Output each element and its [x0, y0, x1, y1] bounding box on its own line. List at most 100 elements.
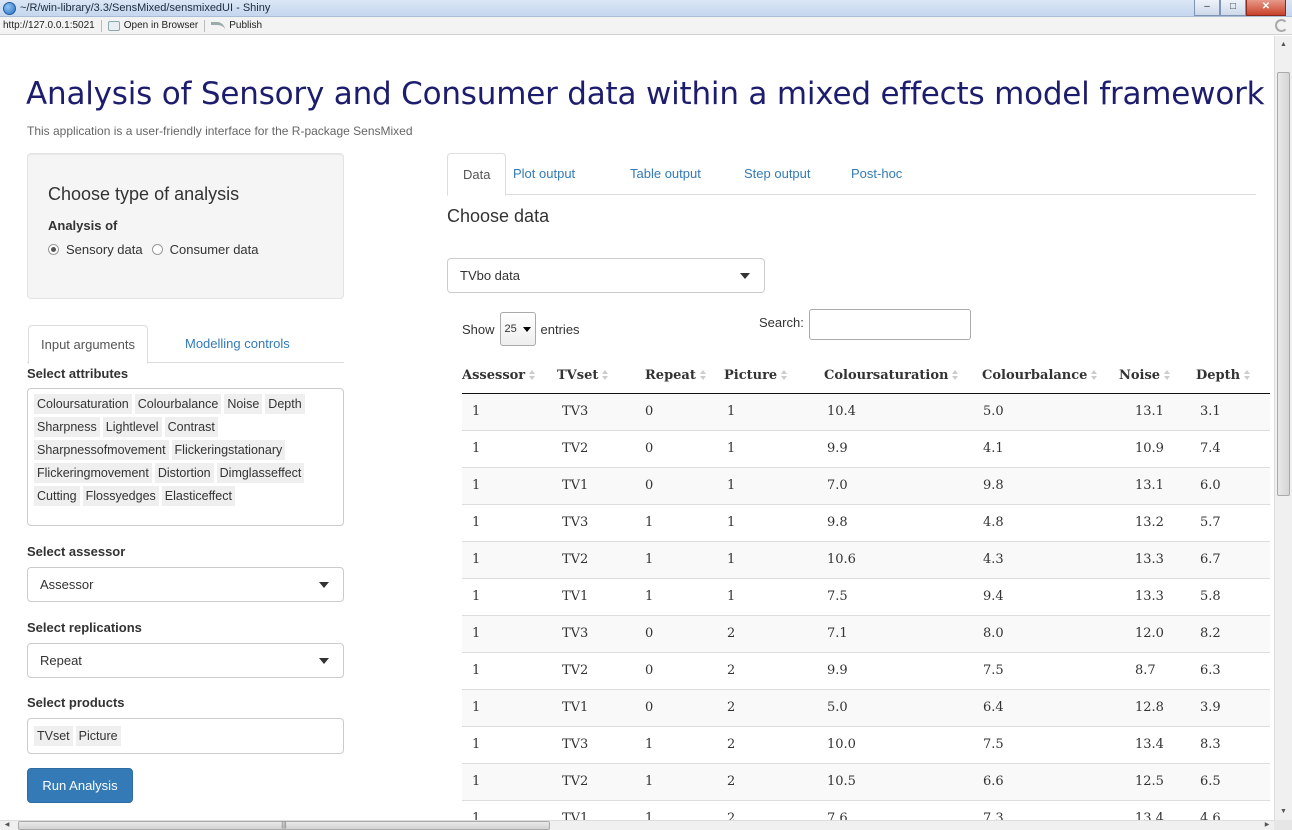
- maximize-button[interactable]: □: [1220, 0, 1246, 16]
- products-multiselect[interactable]: TVset Picture: [27, 718, 344, 754]
- attribute-tag[interactable]: Noise: [224, 394, 263, 414]
- open-in-browser-button[interactable]: Open in Browser: [107, 17, 199, 35]
- table-row[interactable]: 1 TV1 0 2 5.0 6.4 12.8 3.9: [462, 688, 1270, 726]
- tab-input-arguments[interactable]: Input arguments: [28, 325, 148, 364]
- search-label: Search:: [759, 315, 804, 330]
- attribute-tag[interactable]: Cutting: [34, 486, 80, 506]
- table-row[interactable]: 1 TV2 1 2 10.5 6.6 12.5 6.5: [462, 762, 1270, 800]
- column-header-noise[interactable]: Noise: [1119, 358, 1196, 394]
- run-analysis-button[interactable]: Run Analysis: [27, 768, 133, 803]
- table-row[interactable]: 1 TV2 0 1 9.9 4.1 10.9 7.4: [462, 429, 1270, 467]
- table-cell: 0: [645, 392, 724, 430]
- table-row[interactable]: 1 TV3 1 1 9.8 4.8 13.2 5.7: [462, 503, 1270, 541]
- table-cell: 1: [462, 577, 557, 615]
- table-cell: 1: [462, 688, 557, 726]
- refresh-icon[interactable]: [1275, 19, 1288, 32]
- tab-table-output[interactable]: Table output: [630, 153, 701, 195]
- tab-plot-output[interactable]: Plot output: [513, 153, 575, 195]
- radio-sensory-data[interactable]: Sensory data: [48, 242, 143, 257]
- attribute-tag[interactable]: Dimglasseffect: [216, 463, 305, 483]
- dataset-select[interactable]: TVbo data: [447, 258, 765, 293]
- table-row[interactable]: 1 TV2 1 1 10.6 4.3 13.3 6.7: [462, 540, 1270, 578]
- attributes-multiselect[interactable]: Coloursaturation Colourbalance Noise Dep…: [27, 388, 344, 526]
- radio-consumer-data[interactable]: Consumer data: [151, 242, 259, 257]
- attribute-tag[interactable]: Distortion: [154, 463, 214, 483]
- attribute-tag[interactable]: Colourbalance: [134, 394, 222, 414]
- url-text: http://127.0.0.1:5021: [3, 19, 95, 31]
- scroll-thumb[interactable]: |||: [18, 821, 550, 830]
- analysis-type-panel: Choose type of analysis Analysis of Sens…: [27, 153, 344, 299]
- table-cell: 7.4: [1196, 429, 1270, 467]
- tab-data[interactable]: Data: [447, 153, 507, 196]
- table-cell: 3.9: [1196, 688, 1270, 726]
- column-header-tvset[interactable]: TVset: [557, 358, 645, 394]
- scroll-left-icon[interactable]: ◀: [0, 821, 14, 830]
- table-row[interactable]: 1 TV3 1 2 10.0 7.5 13.4 8.3: [462, 725, 1270, 763]
- product-tag[interactable]: Picture: [75, 726, 121, 746]
- attribute-tag[interactable]: Sharpnessofmovement: [34, 440, 169, 460]
- radio-selected-icon[interactable]: [48, 244, 59, 255]
- attribute-tag[interactable]: Lightlevel: [102, 417, 162, 437]
- entries-select[interactable]: 25: [499, 312, 536, 346]
- vertical-scrollbar[interactable]: ▲ ▼: [1274, 36, 1292, 820]
- attribute-tag[interactable]: Depth: [265, 394, 305, 414]
- column-header-repeat[interactable]: Repeat: [645, 358, 724, 394]
- tab-modelling-controls[interactable]: Modelling controls: [173, 325, 302, 363]
- attribute-tag[interactable]: Flossyedges: [82, 486, 159, 506]
- replications-select[interactable]: Repeat: [27, 643, 344, 678]
- table-row[interactable]: 1 TV3 0 1 10.4 5.0 13.1 3.1: [462, 392, 1270, 430]
- chevron-down-icon: [319, 658, 329, 664]
- column-header-assessor[interactable]: Assessor: [462, 358, 557, 394]
- tab-step-output[interactable]: Step output: [744, 153, 811, 195]
- table-row[interactable]: 1 TV3 0 2 7.1 8.0 12.0 8.2: [462, 614, 1270, 652]
- browser-icon: [107, 20, 120, 31]
- table-cell: 2: [724, 762, 824, 800]
- column-header-depth[interactable]: Depth: [1196, 358, 1270, 394]
- sort-icon: [952, 370, 959, 381]
- assessor-select[interactable]: Assessor: [27, 567, 344, 602]
- horizontal-scrollbar[interactable]: ◀ ||| ▶: [0, 820, 1274, 830]
- column-header-picture[interactable]: Picture: [724, 358, 824, 394]
- table-cell: 1: [724, 503, 824, 541]
- scroll-right-icon[interactable]: ▶: [1260, 821, 1274, 830]
- minimize-button[interactable]: –: [1194, 0, 1220, 16]
- table-cell: 1: [462, 392, 557, 430]
- window-titlebar: ~/R/win-library/3.3/SensMixed/sensmixedU…: [0, 0, 1292, 17]
- open-in-browser-label: Open in Browser: [123, 19, 199, 31]
- table-cell: 4.6: [1196, 799, 1270, 820]
- table-cell: 3.1: [1196, 392, 1270, 430]
- table-cell: TV3: [557, 725, 645, 763]
- table-row[interactable]: 1 TV1 1 1 7.5 9.4 13.3 5.8: [462, 577, 1270, 615]
- table-row[interactable]: 1 TV1 1 2 7.6 7.3 13.4 4.6: [462, 799, 1270, 820]
- publish-button[interactable]: Publish: [211, 17, 262, 35]
- product-tag[interactable]: TVset: [34, 726, 73, 746]
- sort-icon: [1091, 370, 1098, 381]
- table-cell: 7.6: [824, 799, 982, 820]
- sort-icon: [1244, 370, 1251, 381]
- attribute-tag[interactable]: Flickeringmovement: [34, 463, 152, 483]
- scroll-up-icon[interactable]: ▲: [1275, 36, 1292, 53]
- table-row[interactable]: 1 TV2 0 2 9.9 7.5 8.7 6.3: [462, 651, 1270, 689]
- close-button[interactable]: ✕: [1246, 0, 1286, 16]
- column-header-coloursaturation[interactable]: Coloursaturation: [824, 358, 982, 394]
- scroll-down-icon[interactable]: ▼: [1275, 803, 1292, 820]
- table-cell: TV3: [557, 503, 645, 541]
- radio-unselected-icon[interactable]: [151, 244, 163, 255]
- column-header-colourbalance[interactable]: Colourbalance: [982, 358, 1119, 394]
- table-cell: 0: [645, 688, 724, 726]
- attribute-tag[interactable]: Flickeringstationary: [171, 440, 286, 460]
- attribute-tag[interactable]: Elasticeffect: [161, 486, 235, 506]
- table-cell: TV2: [557, 762, 645, 800]
- attribute-tag[interactable]: Contrast: [164, 417, 218, 437]
- column-header-label: Repeat: [645, 367, 696, 383]
- scroll-thumb[interactable]: [1277, 72, 1290, 496]
- attribute-tag[interactable]: Sharpness: [34, 417, 100, 437]
- search-input[interactable]: [809, 309, 971, 340]
- table-cell: 1: [462, 799, 557, 820]
- table-cell: 13.4: [1119, 725, 1196, 763]
- table-row[interactable]: 1 TV1 0 1 7.0 9.8 13.1 6.0: [462, 466, 1270, 504]
- tab-post-hoc[interactable]: Post-hoc: [851, 153, 902, 195]
- table-cell: 8.3: [1196, 725, 1270, 763]
- attribute-tag[interactable]: Coloursaturation: [34, 394, 132, 414]
- dataset-value: TVbo data: [460, 268, 520, 283]
